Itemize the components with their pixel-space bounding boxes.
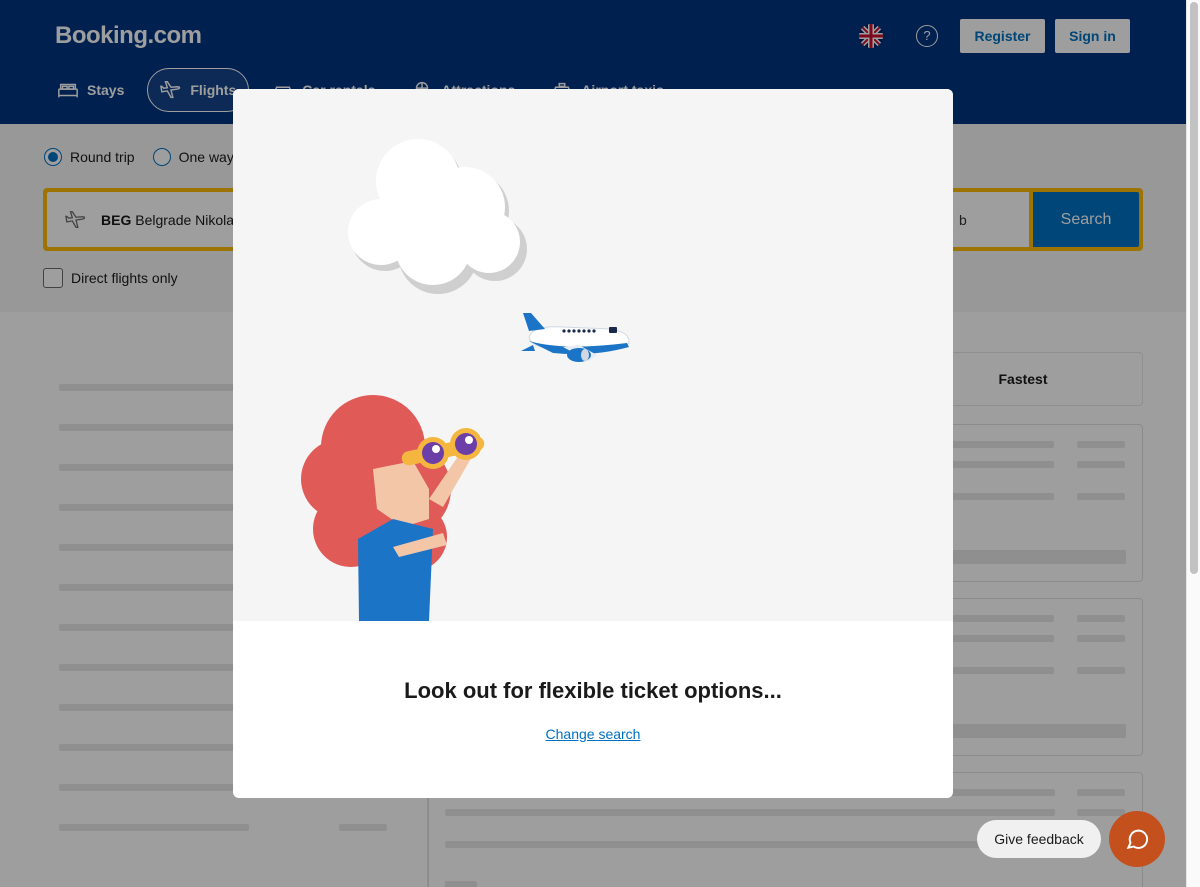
page-scrollbar[interactable] bbox=[1186, 0, 1200, 887]
loading-modal: Look out for flexible ticket options... … bbox=[233, 89, 953, 798]
modal-title: Look out for flexible ticket options... bbox=[404, 678, 782, 703]
loading-illustration bbox=[233, 89, 953, 621]
girl-with-binoculars-icon bbox=[301, 395, 485, 621]
chat-bubble-icon bbox=[1126, 829, 1149, 849]
cloud-icon bbox=[348, 139, 527, 294]
airplane-icon bbox=[521, 313, 630, 362]
give-feedback-button[interactable]: Give feedback bbox=[977, 820, 1101, 858]
chat-button[interactable] bbox=[1109, 811, 1165, 867]
change-search-link[interactable]: Change search bbox=[233, 726, 953, 742]
scrollbar-thumb[interactable] bbox=[1190, 2, 1198, 574]
